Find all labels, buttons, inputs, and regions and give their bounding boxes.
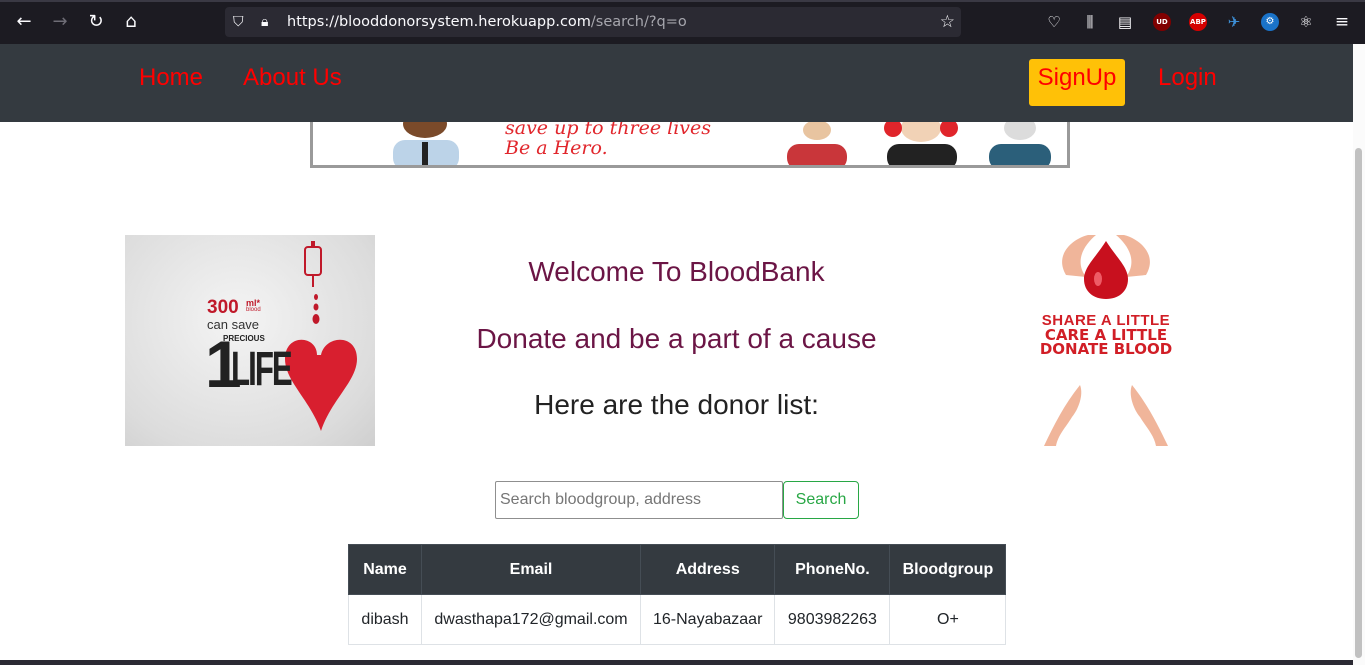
blood-donation-poster-image: 300 ml* blood can save 1 PRECIOUS LIFE — [125, 235, 375, 446]
donor-table: Name Email Address PhoneNo. Bloodgroup d… — [348, 544, 1007, 645]
scrollbar-thumb[interactable] — [1355, 148, 1362, 658]
signup-button[interactable]: SignUp — [1029, 59, 1125, 106]
donor-list-heading: Here are the donor list: — [534, 389, 819, 420]
header-bloodgroup: Bloodgroup — [889, 544, 1007, 595]
forward-arrow-icon[interactable]: → — [49, 11, 71, 33]
bottom-edge — [0, 660, 1353, 665]
ublock-icon[interactable]: UD — [1153, 13, 1171, 31]
cell-phone: 9803982263 — [774, 594, 891, 645]
tab-strip-edge — [0, 0, 1365, 2]
cell-bloodgroup: O+ — [889, 594, 1007, 645]
url-path: /search/?q=o — [590, 14, 687, 30]
extension-icon[interactable]: ✈ — [1224, 12, 1244, 32]
header-name: Name — [348, 544, 422, 595]
url-text[interactable]: https://blooddonorsystem.herokuapp.com/s… — [287, 13, 687, 31]
banner-line-2: Be a Hero. — [505, 137, 608, 159]
hero-banner-image: save up to three lives Be a Hero. — [310, 122, 1070, 168]
poster-precious: PRECIOUS — [223, 334, 265, 343]
banner-line-1: save up to three lives — [505, 122, 712, 139]
bookmark-star-icon[interactable]: ☆ — [940, 11, 955, 33]
react-devtools-icon[interactable]: ⚛ — [1296, 12, 1316, 32]
nav-home-link[interactable]: Home — [139, 64, 203, 92]
sidebar-icon[interactable]: ▤ — [1115, 12, 1135, 32]
share-care-donate-image: SHARE A LITTLE CARE A LITTLE DONATE BLOO… — [1014, 235, 1198, 446]
browser-toolbar: ← → ↻ ⌂ ⛉ 🔒︎ https://blooddonorsystem.he… — [0, 0, 1365, 44]
site-navbar: Home About Us SignUp Login — [0, 44, 1353, 122]
welcome-heading: Welcome To BloodBank — [528, 256, 825, 287]
url-host: https://blooddonorsystem.herokuapp.com — [287, 14, 591, 30]
cell-name: dibash — [348, 594, 422, 645]
url-bar[interactable]: ⛉ 🔒︎ https://blooddonorsystem.herokuapp.… — [225, 7, 961, 37]
table-row: dibash dwasthapa172@gmail.com 16-Nayabaz… — [348, 594, 1007, 645]
donate-blood-text: DONATE BLOOD — [1039, 340, 1173, 358]
library-icon[interactable]: ⫼ — [1080, 12, 1100, 32]
search-button[interactable]: Search — [783, 481, 859, 519]
cell-email: dwasthapa172@gmail.com — [421, 594, 641, 645]
nav-login-link[interactable]: Login — [1158, 64, 1217, 92]
poster-unit-sub: blood — [246, 307, 261, 313]
nav-about-link[interactable]: About Us — [243, 64, 342, 92]
cell-address: 16-Nayabazaar — [639, 594, 776, 645]
back-arrow-icon[interactable]: ← — [13, 11, 35, 33]
pocket-icon[interactable]: ♡ — [1044, 12, 1064, 32]
donate-heading: Donate and be a part of a cause — [476, 323, 877, 354]
banner-caption: save up to three lives Be a Hero. — [505, 122, 711, 159]
header-email: Email — [421, 544, 641, 595]
table-header-row: Name Email Address PhoneNo. Bloodgroup — [348, 544, 1007, 595]
header-address: Address — [639, 544, 776, 595]
search-input[interactable] — [495, 481, 783, 519]
poster-amount: 300 — [207, 297, 239, 318]
lock-icon[interactable]: 🔒︎ — [261, 12, 268, 32]
home-icon[interactable]: ⌂ — [120, 11, 142, 33]
adblock-plus-icon[interactable]: ABP — [1189, 13, 1207, 31]
shield-icon[interactable]: ⛉ — [233, 12, 244, 32]
poster-life: LIFE — [231, 343, 293, 396]
reload-icon[interactable]: ↻ — [85, 11, 107, 33]
header-phone: PhoneNo. — [774, 544, 891, 595]
menu-icon[interactable]: ≡ — [1332, 12, 1352, 32]
steam-icon[interactable]: ⚙ — [1261, 13, 1279, 31]
